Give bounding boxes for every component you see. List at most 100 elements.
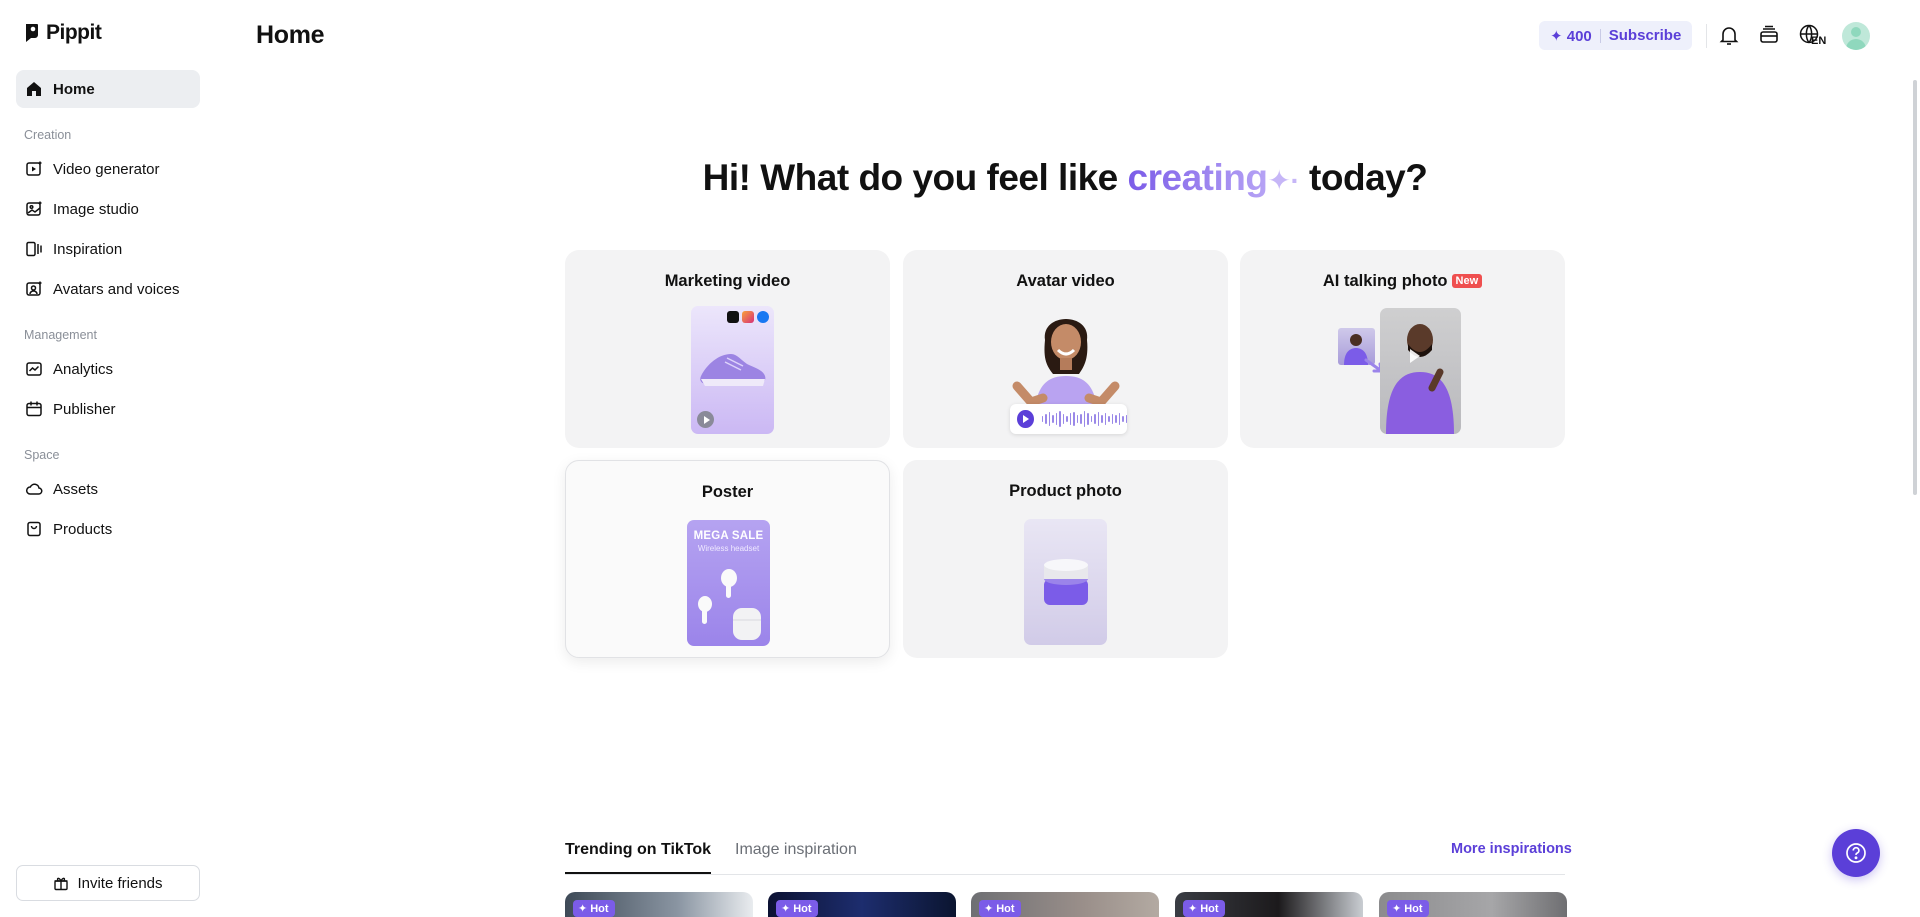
waveform-tick (1118, 413, 1120, 425)
poster-subtitle: Wireless headset (697, 544, 760, 553)
waveform-tick (1048, 412, 1050, 426)
card-avatar-video[interactable]: Avatar video (903, 250, 1228, 448)
waveform-tick (1090, 416, 1092, 422)
hero-prefix: Hi! What do you feel like (702, 157, 1128, 198)
inspiration-tile[interactable]: ✦ Hot (1175, 892, 1363, 917)
header-divider (1706, 24, 1707, 48)
audio-waveform (1010, 404, 1127, 434)
card-poster[interactable]: Poster MEGA SALE Wireless headset (565, 460, 890, 658)
notifications-button[interactable] (1716, 22, 1742, 48)
products-icon (27, 521, 41, 537)
waveform-tick (1101, 415, 1103, 423)
sidebar: Pippit Home Creation Video generator Ima… (0, 0, 216, 917)
sidebar-item-avatars-voices[interactable]: Avatars and voices (16, 270, 200, 308)
cream-jar-image (1044, 559, 1088, 605)
hero-suffix: today? (1299, 157, 1428, 198)
workspace-button[interactable] (1756, 22, 1782, 48)
sidebar-item-products[interactable]: Products (16, 510, 200, 548)
marketing-video-preview (691, 306, 774, 434)
card-title: Avatar video (1016, 272, 1115, 290)
hot-badge: ✦ Hot (573, 900, 615, 917)
avatars-voices-icon (26, 281, 42, 296)
poster-headline: MEGA SALE (693, 530, 764, 542)
sidebar-item-label: Home (53, 80, 95, 98)
waveform-tick (1080, 414, 1082, 424)
sidebar-item-inspiration[interactable]: Inspiration (16, 230, 200, 268)
card-title: AI talking photo New (1240, 272, 1565, 291)
credits-subscribe-pill[interactable]: ✦ 400 Subscribe (1539, 21, 1693, 50)
stack-icon (1760, 25, 1778, 43)
card-ai-talking-photo[interactable]: AI talking photo New (1240, 250, 1565, 448)
waveform-tick (1059, 411, 1061, 427)
waveform-tick (1076, 415, 1078, 423)
tiktok-icon (727, 311, 739, 323)
card-product-photo[interactable]: Product photo (903, 460, 1228, 658)
inspiration-tile[interactable]: ✦ Hot (565, 892, 753, 917)
sidebar-item-label: Publisher (53, 400, 116, 418)
sidebar-item-assets[interactable]: Assets (16, 470, 200, 508)
hot-badge: ✦ Hot (776, 900, 818, 917)
sidebar-item-analytics[interactable]: Analytics (16, 350, 200, 388)
waveform-tick (1097, 412, 1099, 426)
waveform-tick (1055, 413, 1057, 425)
sneaker-image (700, 354, 766, 386)
card-title: Poster (701, 483, 754, 501)
sparkle-icon: ✦ (1188, 903, 1198, 915)
hot-label: Hot (1404, 902, 1423, 915)
bell-icon (1719, 27, 1739, 45)
hero-heading: Hi! What do you feel like creating✦· tod… (0, 157, 1920, 199)
tab-image-inspiration[interactable]: Image inspiration (735, 841, 857, 859)
page-scrollbar[interactable] (1913, 80, 1917, 495)
play-icon (697, 411, 714, 428)
waveform-tick (1115, 415, 1117, 423)
sidebar-item-label: Products (53, 520, 113, 538)
waveform-tick (1125, 415, 1127, 423)
waveform-tick (1041, 416, 1043, 422)
user-avatar[interactable] (1842, 22, 1870, 50)
more-inspirations-link[interactable]: More inspirations (1451, 841, 1572, 857)
hot-label: Hot (996, 902, 1015, 915)
facebook-icon (757, 311, 769, 323)
waveform-tick (1062, 414, 1064, 424)
waveform-tick (1066, 416, 1068, 422)
gift-icon (54, 877, 69, 891)
sparkle-icon: ✦· (1267, 165, 1300, 196)
waveform-tick (1052, 415, 1054, 423)
card-marketing-video[interactable]: Marketing video (565, 250, 890, 448)
help-icon (1846, 843, 1866, 863)
publisher-icon (26, 401, 42, 417)
sidebar-item-home[interactable]: Home (16, 70, 200, 108)
product-photo-preview (1024, 519, 1107, 645)
waveform-ticks (1041, 411, 1127, 427)
hot-label: Hot (1200, 902, 1219, 915)
logo[interactable]: Pippit (24, 21, 102, 45)
waveform-tick (1094, 414, 1096, 424)
sidebar-item-publisher[interactable]: Publisher (16, 390, 200, 428)
inspiration-icon (26, 241, 42, 257)
waveform-tick (1087, 413, 1089, 425)
sparkle-icon: ✦ (1392, 903, 1402, 915)
waveform-tick (1122, 416, 1124, 422)
new-badge: New (1451, 274, 1483, 288)
help-button[interactable] (1832, 829, 1880, 877)
pill-divider (1599, 28, 1601, 43)
instagram-icon (742, 311, 754, 323)
section-space: Space (24, 448, 60, 462)
inspiration-tile[interactable]: ✦ Hot (1379, 892, 1567, 917)
avatar-body (1846, 39, 1866, 50)
waveform-tick (1104, 413, 1106, 425)
sidebar-item-label: Image studio (53, 200, 139, 218)
tabs-rule (565, 874, 1565, 875)
analytics-icon (26, 362, 42, 376)
inspiration-tile[interactable]: ✦ Hot (768, 892, 956, 917)
tab-trending-tiktok[interactable]: Trending on TikTok (565, 841, 711, 859)
invite-friends-button[interactable]: Invite friends (16, 865, 200, 901)
sidebar-item-label: Analytics (53, 360, 114, 378)
pippit-logo-icon (26, 24, 38, 42)
credit-balance[interactable]: ✦ 400 (1550, 27, 1592, 45)
image-studio-icon (26, 201, 42, 216)
social-icons (727, 311, 769, 323)
hot-badge: ✦ Hot (1183, 900, 1225, 917)
inspiration-tile[interactable]: ✦ Hot (971, 892, 1159, 917)
subscribe-button[interactable]: Subscribe (1609, 27, 1682, 44)
